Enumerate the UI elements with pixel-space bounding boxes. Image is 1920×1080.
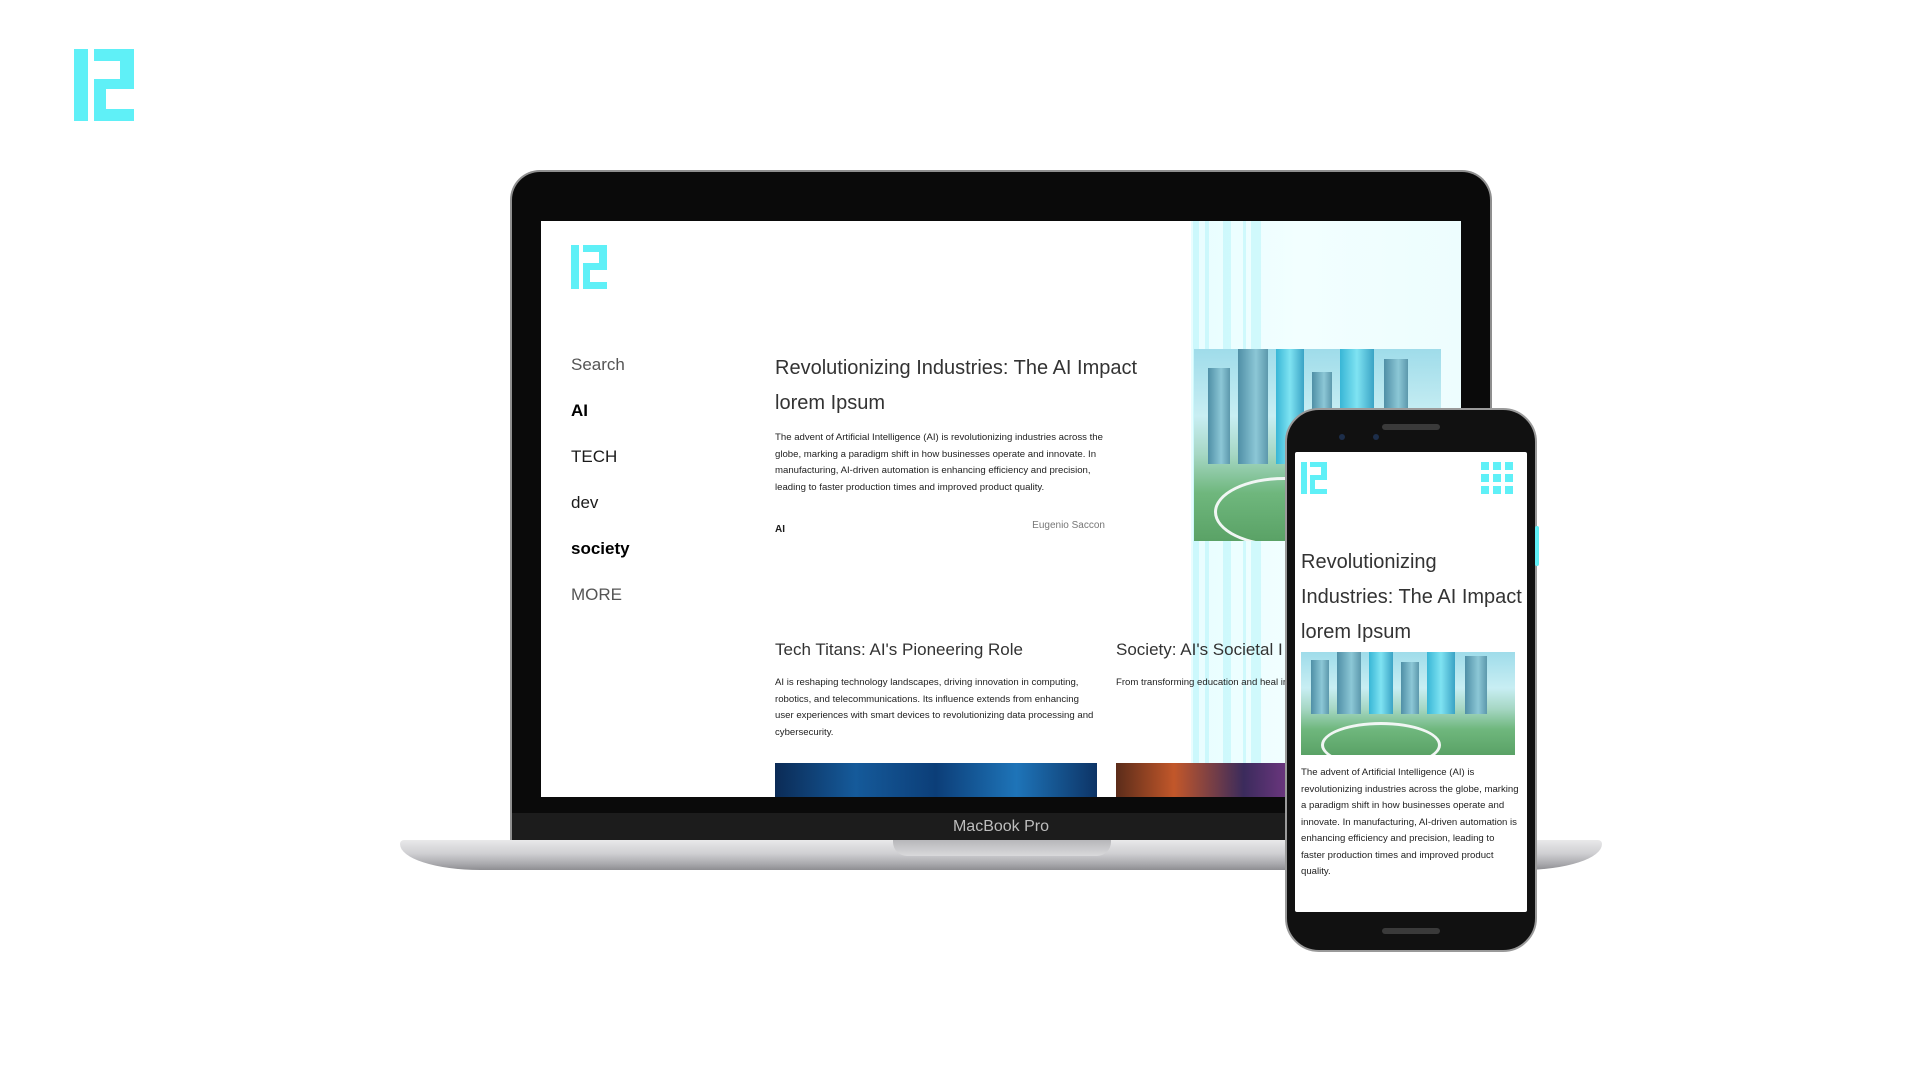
feature-article-tag[interactable]: AI xyxy=(775,524,785,535)
site-logo-icon[interactable] xyxy=(571,245,607,289)
phone-earpiece xyxy=(1382,424,1440,430)
phone-screen: Revolutionizing Industries: The AI Impac… xyxy=(1295,452,1527,912)
nav-item-dev[interactable]: dev xyxy=(571,493,711,539)
phone-sensor-icon xyxy=(1373,434,1379,440)
card-body-tech: AI is reshaping technology landscapes, d… xyxy=(775,677,1094,738)
nav-item-tech[interactable]: TECH xyxy=(571,447,711,493)
feature-article-author: Eugenio Saccon xyxy=(1032,520,1105,531)
feature-article-body: The advent of Artificial Intelligence (A… xyxy=(775,432,1103,493)
phone-side-button xyxy=(1535,526,1539,566)
grid-menu-icon[interactable] xyxy=(1481,462,1513,494)
phone-speaker xyxy=(1382,928,1440,934)
brand-logo-icon xyxy=(74,49,134,121)
card-title-tech[interactable]: Tech Titans: AI's Pioneering Role xyxy=(775,640,1023,660)
nav-item-ai[interactable]: AI xyxy=(571,401,711,447)
card-title-society[interactable]: Society: AI's Societal I xyxy=(1116,640,1283,660)
phone-front-camera-icon xyxy=(1339,434,1345,440)
mobile-article-body: The advent of Artificial Intelligence (A… xyxy=(1301,767,1519,877)
nav-item-society[interactable]: society xyxy=(571,539,711,585)
laptop-hinge-notch xyxy=(893,840,1111,856)
sidebar-nav: Search AI TECH dev society MORE xyxy=(571,355,711,631)
mobile-article-title[interactable]: Revolutionizing Industries: The AI Impac… xyxy=(1301,545,1523,650)
feature-article-title[interactable]: Revolutionizing Industries: The AI Impac… xyxy=(775,351,1175,421)
mobile-logo-icon[interactable] xyxy=(1301,462,1327,494)
nav-item-more[interactable]: MORE xyxy=(571,585,711,631)
mobile-article-image[interactable] xyxy=(1301,652,1515,755)
card-image-tech[interactable] xyxy=(775,763,1097,797)
nav-item-search[interactable]: Search xyxy=(571,355,711,401)
